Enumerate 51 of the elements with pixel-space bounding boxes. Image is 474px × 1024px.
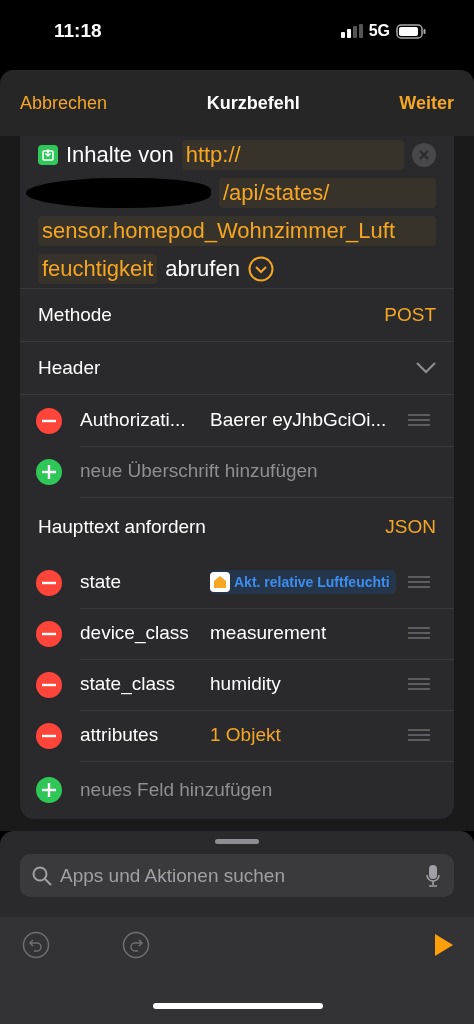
- field-key[interactable]: state: [80, 571, 198, 593]
- body-label: Haupttext anfordern: [38, 516, 206, 538]
- download-icon: [38, 145, 58, 165]
- variable-token[interactable]: Akt. relative Luftfeuchti: [210, 570, 396, 594]
- drag-handle-icon[interactable]: [408, 413, 430, 427]
- remove-icon[interactable]: [36, 671, 62, 698]
- chevron-circle-icon[interactable]: [247, 256, 274, 282]
- network-label: 5G: [368, 22, 390, 40]
- body-type-value[interactable]: JSON: [385, 516, 436, 538]
- play-icon[interactable]: [434, 933, 454, 957]
- remove-icon[interactable]: [36, 407, 62, 434]
- url-token[interactable]: sensor.homepod_Wohnzimmer_Luft: [38, 216, 436, 246]
- search-icon: [32, 865, 52, 886]
- field-value[interactable]: Baerer eyJhbGciOi...: [210, 409, 396, 431]
- remove-icon[interactable]: [36, 569, 62, 596]
- battery-icon: [396, 23, 426, 39]
- header-label: Header: [38, 357, 101, 379]
- field-value[interactable]: 1 Objekt: [210, 724, 396, 746]
- method-label: Methode: [38, 304, 112, 326]
- url-token[interactable]: http://: [181, 140, 404, 170]
- cancel-button[interactable]: Abbrechen: [20, 92, 108, 114]
- add-icon[interactable]: [36, 458, 62, 485]
- add-field-label[interactable]: neues Feld hinzufügen: [80, 779, 273, 801]
- next-button[interactable]: Weiter: [399, 92, 454, 114]
- field-key[interactable]: device_class: [80, 622, 198, 644]
- field-key[interactable]: attributes: [80, 724, 198, 746]
- add-icon[interactable]: [36, 777, 62, 803]
- add-header-label[interactable]: neue Überschrift hinzufügen: [80, 460, 318, 482]
- field-key[interactable]: state_class: [80, 673, 198, 695]
- variable-label: Akt. relative Luftfeuchti: [234, 574, 390, 590]
- home-app-icon: [210, 572, 230, 592]
- search-field[interactable]: Apps und Aktionen suchen: [20, 854, 454, 897]
- clock: 11:18: [54, 20, 102, 42]
- chevron-down-icon[interactable]: [416, 362, 436, 374]
- drag-handle-icon[interactable]: [408, 626, 430, 640]
- url-token[interactable]: /api/states/: [219, 178, 436, 208]
- drag-handle-icon[interactable]: [408, 575, 430, 589]
- url-token[interactable]: feuchtigkeit: [38, 254, 158, 284]
- remove-icon[interactable]: [36, 620, 62, 647]
- signal-icon: [340, 24, 363, 38]
- drag-handle-icon[interactable]: [408, 728, 430, 742]
- microphone-icon[interactable]: [426, 864, 440, 887]
- field-value[interactable]: measurement: [210, 622, 396, 644]
- sheet-title: Kurzbefehl: [205, 92, 301, 114]
- action-verb: abrufen: [165, 256, 240, 282]
- drag-handle-icon[interactable]: [408, 677, 430, 691]
- field-key[interactable]: Authorizati...: [80, 409, 198, 431]
- method-value[interactable]: POST: [384, 304, 436, 326]
- field-value[interactable]: humidity: [210, 673, 396, 695]
- action-label: Inhalte von: [66, 142, 174, 168]
- remove-icon[interactable]: [36, 722, 62, 749]
